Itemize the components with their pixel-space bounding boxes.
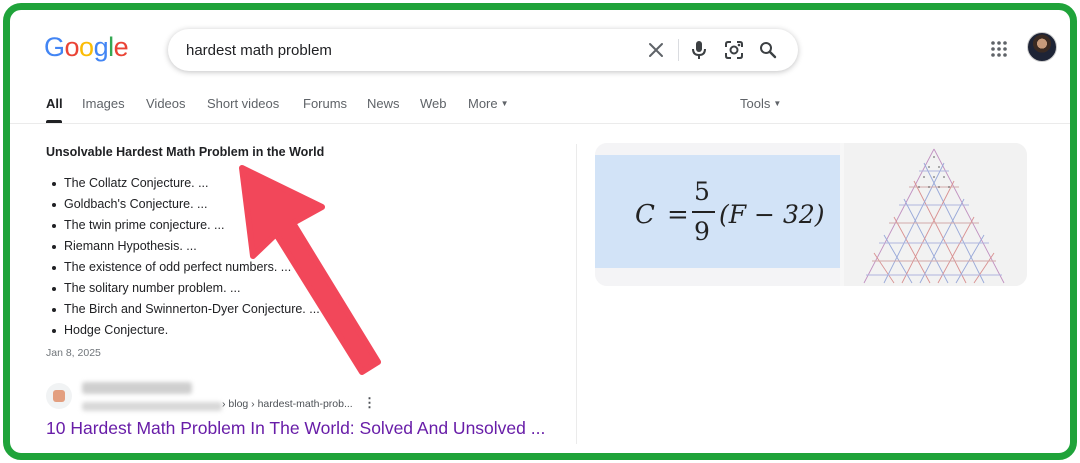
list-item: The existence of odd perfect numbers. ..… [50, 257, 320, 278]
site-favicon[interactable] [46, 383, 72, 409]
tab-short-videos[interactable]: Short videos [207, 96, 279, 111]
chevron-down-icon: ▼ [500, 99, 509, 108]
logo-letter: e [113, 32, 129, 62]
tabs-divider [10, 123, 1070, 124]
pattern-image[interactable] [844, 143, 1027, 286]
list-item: Hodge Conjecture. [50, 320, 320, 341]
tab-news[interactable]: News [367, 96, 400, 111]
formula-image[interactable]: C = 5 9 (F − 32) [595, 143, 840, 286]
favicon-image [53, 390, 65, 402]
more-options-icon[interactable]: ⋮ [363, 396, 376, 409]
site-name-blurred[interactable] [82, 382, 192, 394]
tools-label: Tools [740, 96, 771, 111]
snippet-title[interactable]: Unsolvable Hardest Math Problem in the W… [46, 145, 324, 159]
snippet-list: The Collatz Conjecture. ... Goldbach's C… [50, 173, 320, 341]
formula-numerator: 5 [694, 177, 710, 206]
image-panel: C = 5 9 (F − 32) [595, 143, 1027, 286]
tab-forums[interactable]: Forums [303, 96, 347, 111]
apps-grid-icon[interactable] [990, 40, 1010, 60]
snippet-date: Jan 8, 2025 [46, 347, 101, 359]
green-frame: Google hardest math problem All Images V… [3, 3, 1077, 460]
tab-videos[interactable]: Videos [146, 96, 186, 111]
list-item: The Birch and Swinnerton-Dyer Conjecture… [50, 299, 320, 320]
search-results-page: Google hardest math problem All Images V… [10, 10, 1070, 453]
camera-lens-icon[interactable] [724, 40, 744, 60]
tab-more[interactable]: More ▼ [468, 96, 509, 111]
list-item: The twin prime conjecture. ... [50, 215, 320, 236]
list-item: The Collatz Conjecture. ... [50, 173, 320, 194]
tab-more-label: More [468, 96, 498, 111]
list-item: The solitary number problem. ... [50, 278, 320, 299]
microphone-icon[interactable] [689, 40, 709, 60]
formula-paren-expr: (F − 32) [719, 200, 825, 229]
triangle-pattern-svg [863, 148, 1005, 284]
formula-denominator: 9 [694, 217, 710, 246]
search-divider [678, 39, 679, 61]
chevron-down-icon: ▼ [773, 99, 782, 108]
column-divider [576, 144, 577, 444]
logo-letter: g [93, 32, 109, 62]
search-icon[interactable] [758, 40, 778, 60]
search-box [168, 29, 798, 71]
result-title-link[interactable]: 10 Hardest Math Problem In The World: So… [46, 418, 545, 439]
search-input[interactable] [186, 35, 626, 65]
avatar[interactable] [1027, 32, 1057, 62]
list-item: Goldbach's Conjecture. ... [50, 194, 320, 215]
tab-all[interactable]: All [46, 96, 63, 111]
logo-letter: o [64, 32, 80, 62]
site-url-blurred[interactable] [82, 402, 222, 411]
tab-web[interactable]: Web [420, 96, 447, 111]
logo-letter: G [44, 32, 65, 62]
tab-images[interactable]: Images [82, 96, 125, 111]
formula-lhs: C [635, 200, 655, 230]
tools-button[interactable]: Tools ▼ [740, 96, 781, 111]
formula-equals: = [667, 200, 689, 230]
close-icon[interactable] [646, 40, 666, 60]
result-breadcrumb[interactable]: › blog › hardest-math-prob... [222, 398, 353, 410]
formula-svg: C = 5 9 (F − 32) [635, 177, 825, 246]
list-item: Riemann Hypothesis. ... [50, 236, 320, 257]
logo-letter: o [79, 32, 94, 62]
google-logo[interactable]: Google [44, 32, 129, 63]
